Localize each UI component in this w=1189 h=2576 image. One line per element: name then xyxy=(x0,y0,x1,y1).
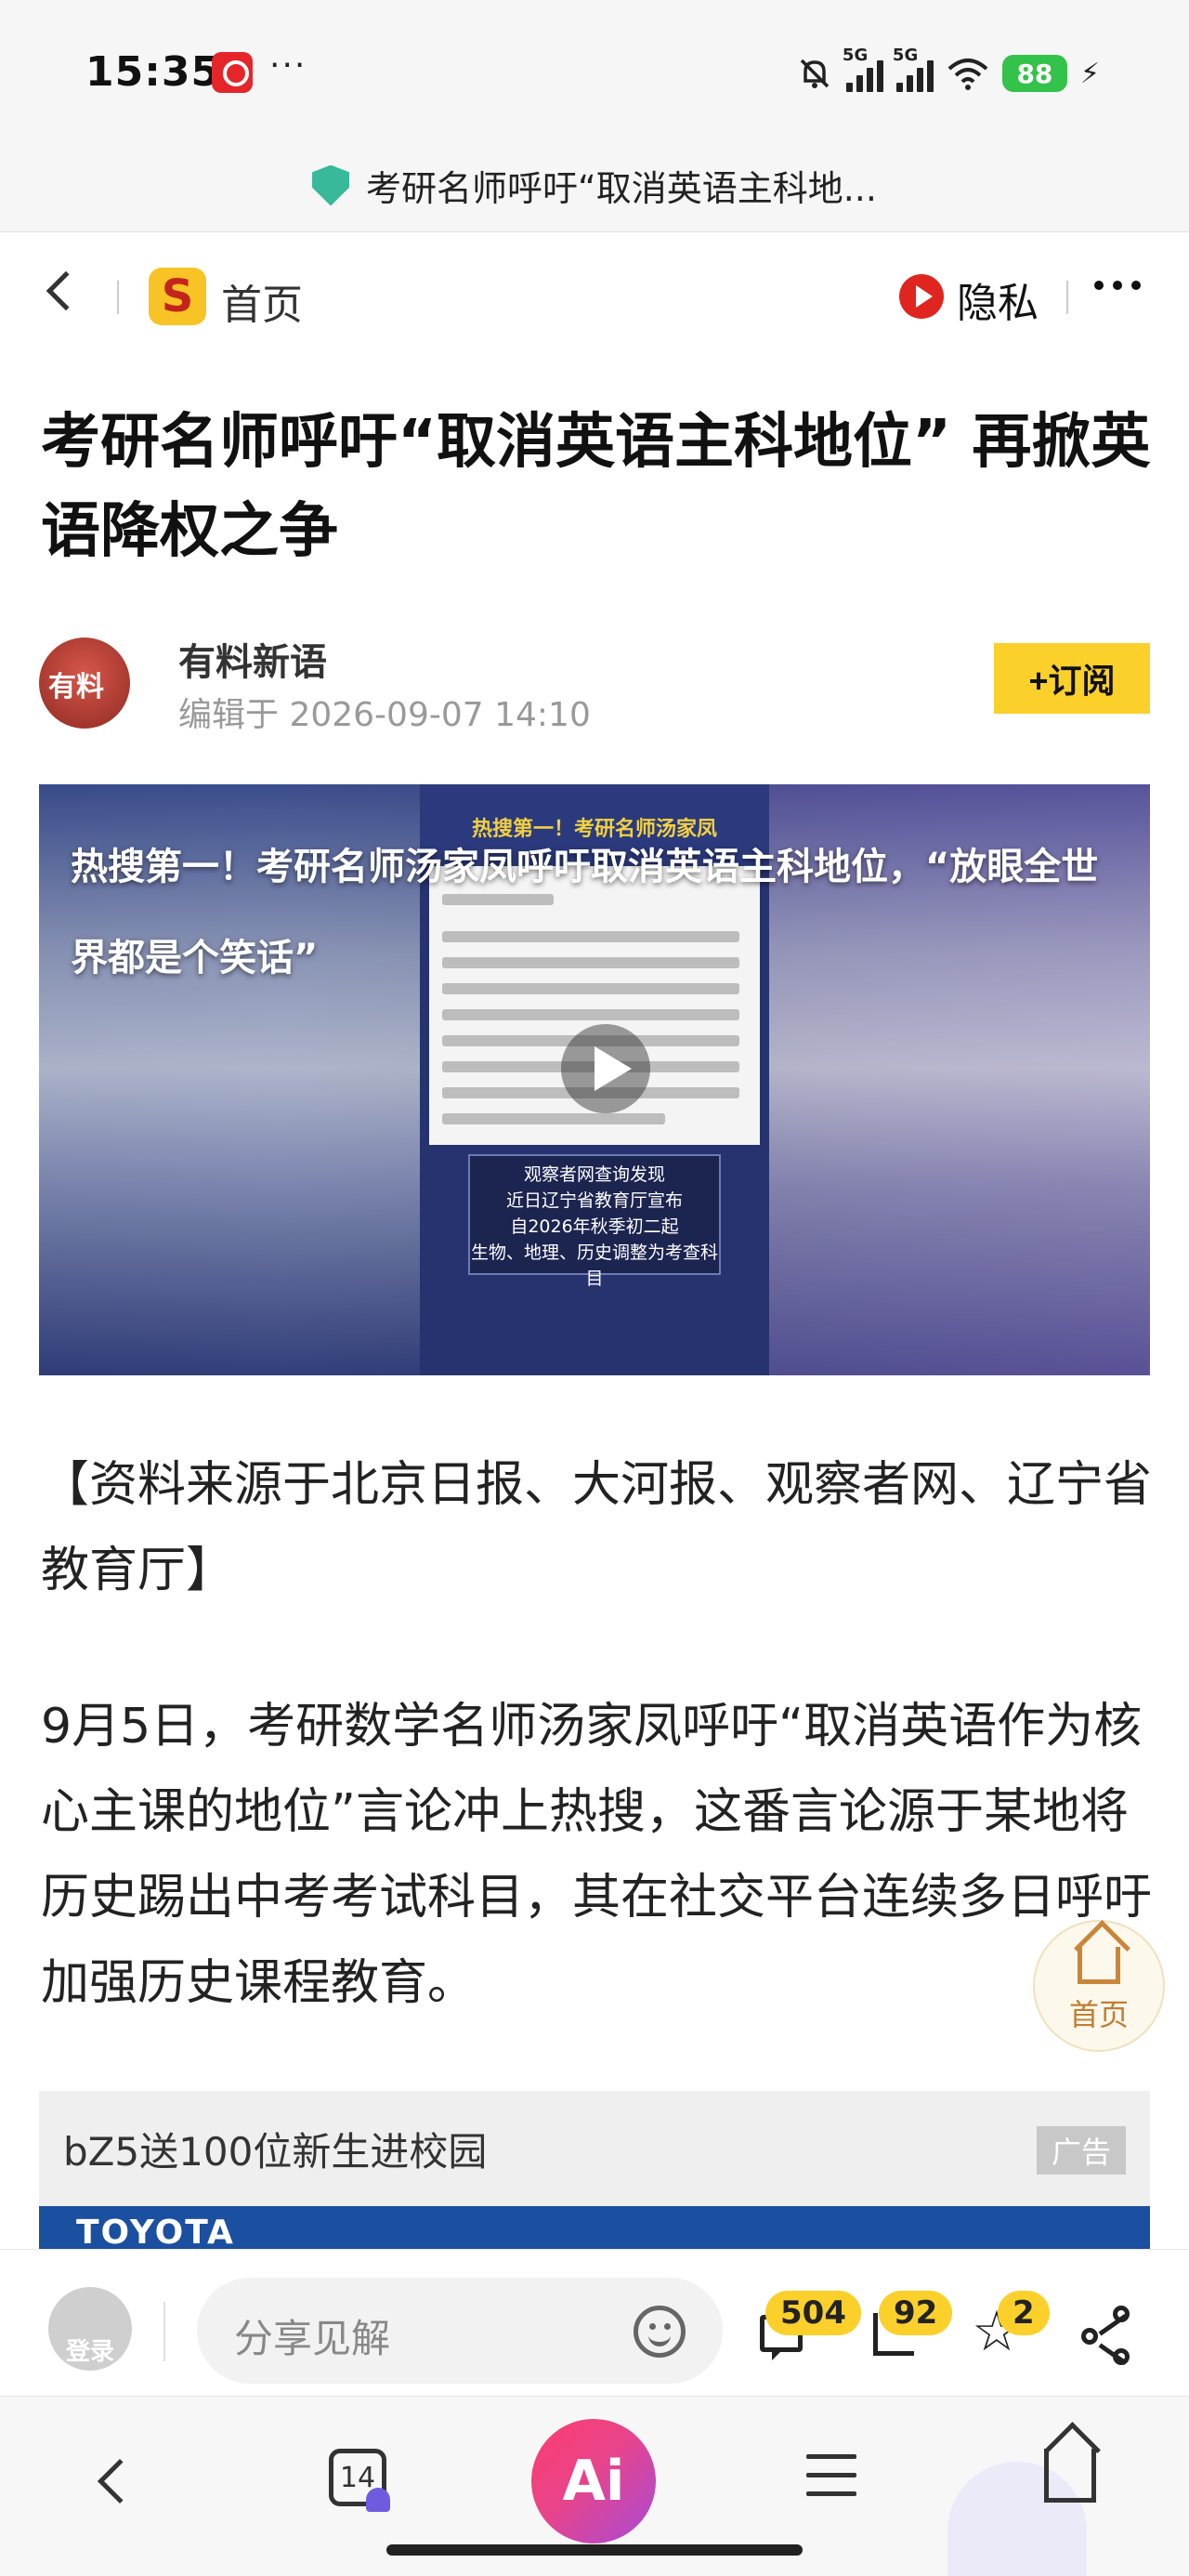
edit-button[interactable]: 92 xyxy=(862,2291,953,2367)
author-name[interactable]: 有料新语 xyxy=(178,632,327,686)
browser-home-icon[interactable] xyxy=(1044,2449,1096,2503)
nav-divider xyxy=(117,281,119,314)
article-nav: S 首页 隐私 xyxy=(0,243,1189,351)
video-player[interactable]: 热搜第一！考研名师汤家凤 观察者网查询发现 近日辽宁省教育厅宣布 自2026年秋… xyxy=(39,784,1150,1375)
url-title: 考研名师呼吁“取消英语主科地... xyxy=(366,168,877,209)
floating-home-button[interactable]: 首页 xyxy=(1033,1920,1165,2052)
video-box-line: 近日辽宁省教育厅宣布 xyxy=(505,1190,683,1211)
signal-5g-label-2: 5G xyxy=(892,46,919,65)
article-meta: 编辑于 2026-09-07 14:10 xyxy=(178,696,591,734)
video-box-line: 生物、地理、历史调整为考查科目 xyxy=(470,1242,718,1289)
author-avatar[interactable] xyxy=(39,637,130,729)
video-box-line: 自2026年秋季初二起 xyxy=(510,1216,679,1237)
browser-back-icon[interactable] xyxy=(97,2458,143,2504)
ad-banner[interactable]: TOYOTA xyxy=(39,2206,1150,2249)
edit-count-badge: 92 xyxy=(879,2291,953,2335)
article-title: 考研名师呼吁“取消英语主科地位” 再掀英语降权之争 xyxy=(41,408,1151,566)
ad-card[interactable]: bZ5送100位新生进校园 广告 TOYOTA xyxy=(39,2091,1150,2249)
star-count-badge: 2 xyxy=(998,2291,1050,2335)
comment-placeholder: 分享见解 xyxy=(234,2316,391,2361)
video-box-line: 观察者网查询发现 xyxy=(523,1164,665,1185)
back-icon[interactable] xyxy=(46,270,86,311)
privacy-link[interactable]: 隐私 xyxy=(957,269,1039,329)
site-logo-icon[interactable]: S xyxy=(149,268,206,325)
share-icon[interactable] xyxy=(1081,2306,1137,2366)
signal-5g-label: 5G xyxy=(842,46,869,65)
comment-count-badge: 504 xyxy=(765,2291,861,2335)
status-time: 15:35 xyxy=(85,48,221,96)
more-icon[interactable] xyxy=(1094,281,1141,290)
mute-icon xyxy=(800,59,830,88)
ad-tag: 广告 xyxy=(1037,2126,1126,2175)
charging-icon: ⚡ xyxy=(1079,57,1100,90)
signal-icon-2: 5G xyxy=(893,46,934,92)
privacy-icon[interactable] xyxy=(899,274,944,319)
ad-banner-text: TOYOTA xyxy=(76,2214,235,2249)
home-icon xyxy=(1078,1947,1120,1984)
play-icon[interactable] xyxy=(561,1024,650,1113)
subscribe-button[interactable]: +订阅 xyxy=(994,643,1150,714)
comments-button[interactable]: 504 xyxy=(749,2291,861,2367)
incognito-badge-icon xyxy=(366,2488,390,2512)
ai-assistant-button[interactable]: Ai xyxy=(531,2419,656,2543)
comment-input[interactable]: 分享见解 xyxy=(197,2278,723,2384)
nav-divider xyxy=(1066,281,1068,314)
status-icons: 5G 5G 88 ⚡ xyxy=(796,46,1100,97)
status-bar: 15:35 ··· 5G 5G 88 ⚡ xyxy=(0,0,1189,139)
video-inner-box: 观察者网查询发现 近日辽宁省教育厅宣布 自2026年秋季初二起 生物、地理、历史… xyxy=(468,1154,721,1289)
shield-icon xyxy=(312,164,350,206)
comment-divider xyxy=(163,2302,165,2361)
menu-icon[interactable] xyxy=(806,2454,856,2510)
nav-home-link[interactable]: 首页 xyxy=(221,271,303,331)
article-source: 【资料来源于北京日报、大河报、观察者网、辽宁省教育厅】 xyxy=(41,1457,1153,1598)
app-notification-icon xyxy=(212,52,253,93)
ad-text: bZ5送100位新生进校园 xyxy=(63,2129,488,2175)
home-indicator[interactable] xyxy=(386,2544,803,2556)
login-label: 登录 xyxy=(65,2338,114,2366)
favorite-button[interactable]: ☆ 2 xyxy=(968,2291,1050,2367)
url-bar[interactable]: 考研名师呼吁“取消英语主科地... xyxy=(0,139,1189,232)
battery-icon: 88 xyxy=(1001,55,1067,92)
more-notifications-icon: ··· xyxy=(269,46,307,85)
article-paragraph: 9月5日，考研数学名师汤家凤呼吁“取消英语作为核心主课的地位”言论冲上热搜，这番… xyxy=(41,1699,1153,2011)
signal-icon: 5G xyxy=(843,46,883,92)
comment-bar: 登录 分享见解 504 92 ☆ 2 xyxy=(0,2249,1189,2396)
login-avatar[interactable]: 登录 xyxy=(48,2287,132,2371)
floating-home-label: 首页 xyxy=(1068,1997,1129,2032)
wifi-icon xyxy=(947,59,988,90)
emoji-icon[interactable] xyxy=(634,2306,686,2358)
video-caption: 热搜第一！考研名师汤家凤呼吁取消英语主科地位，“放眼全世界都是个笑话” xyxy=(71,846,1099,979)
